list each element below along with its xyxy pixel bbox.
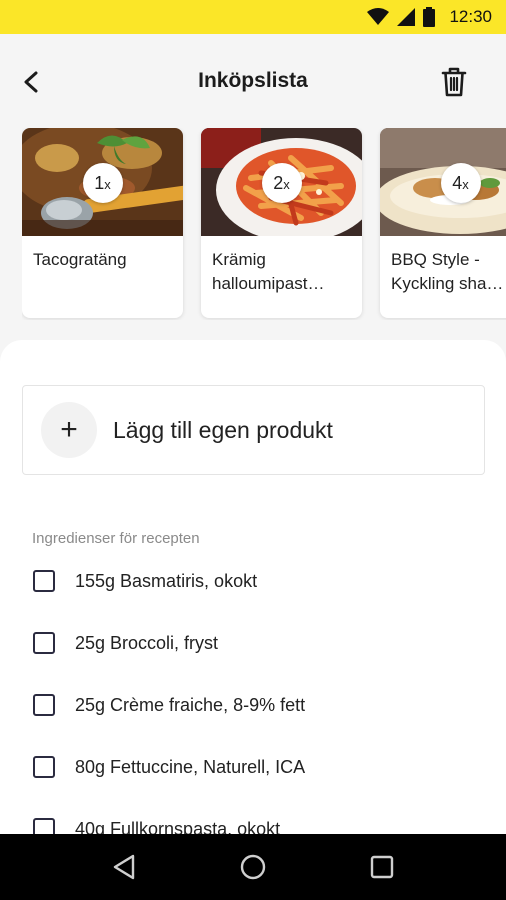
system-navigation-bar: [0, 834, 506, 900]
recipe-image-tacogratang: 1x: [22, 128, 183, 236]
recipe-name: Tacogratäng: [33, 250, 127, 269]
ingredient-text: 25g Crème fraiche, 8-9% fett: [75, 694, 306, 715]
ingredient-row[interactable]: 40g Fullkornspasta, okokt: [0, 798, 506, 835]
recipe-name: BBQ Style - Kyckling sha…: [391, 250, 504, 293]
triangle-back-icon: [114, 854, 135, 880]
shopping-list-sheet: + Lägg till egen produkt Ingredienser fö…: [0, 340, 506, 835]
ingredient-row[interactable]: 80g Fettuccine, Naturell, ICA: [0, 736, 506, 798]
checkbox[interactable]: [33, 570, 55, 592]
ingredient-text: 40g Fullkornspasta, okokt: [75, 818, 281, 836]
recipe-card[interactable]: 4x BBQ Style - Kyckling sha…: [380, 128, 506, 318]
nav-home-button[interactable]: [233, 847, 273, 887]
status-bar: 12:30: [0, 0, 506, 34]
ingredient-text: 155g Basmatiris, okokt: [75, 570, 258, 591]
trash-icon[interactable]: [440, 66, 468, 98]
ingredient-text: 80g Fettuccine, Naturell, ICA: [75, 756, 306, 777]
recipe-quantity-badge: 4x: [440, 163, 481, 203]
plus-icon: +: [41, 402, 97, 458]
page-title: Inköpslista: [198, 69, 308, 92]
ingredient-text: 25g Broccoli, fryst: [75, 632, 219, 653]
checkbox[interactable]: [33, 756, 55, 778]
checkbox[interactable]: [33, 818, 55, 835]
recipe-card[interactable]: 2x Krämig halloumipast…: [201, 128, 362, 318]
ingredient-row[interactable]: 155g Basmatiris, okokt: [0, 550, 506, 612]
recipe-quantity-badge: 1x: [82, 163, 123, 203]
nav-back-button[interactable]: [104, 847, 144, 887]
circle-home-icon: [240, 854, 266, 880]
recipe-name: Krämig halloumipast…: [212, 250, 325, 293]
back-arrow-icon[interactable]: [18, 68, 46, 96]
recipe-card[interactable]: 1x Tacogratäng: [22, 128, 183, 318]
add-product-label: Lägg till egen produkt: [113, 416, 333, 443]
status-time: 12:30: [449, 7, 492, 26]
battery-icon: [423, 7, 436, 27]
ingredient-row[interactable]: 25g Broccoli, fryst: [0, 612, 506, 674]
ingredient-list: 155g Basmatiris, okokt 25g Broccoli, fry…: [0, 550, 506, 835]
app-header: Inköpslista: [0, 34, 506, 128]
nav-recents-button[interactable]: [362, 847, 402, 887]
recipe-image-kyckling-shawarma: 4x: [380, 128, 506, 236]
ingredients-section-label: Ingredienser för recepten: [32, 530, 200, 547]
checkbox[interactable]: [33, 632, 55, 654]
add-product-button[interactable]: + Lägg till egen produkt: [22, 385, 485, 475]
signal-icon: [397, 8, 416, 26]
recipe-quantity-badge: 2x: [261, 163, 302, 203]
recipe-carousel[interactable]: 1x Tacogratäng 2x Krämig halloumipast… 4…: [22, 128, 506, 320]
ingredient-row[interactable]: 25g Crème fraiche, 8-9% fett: [0, 674, 506, 736]
square-recents-icon: [370, 855, 393, 879]
checkbox[interactable]: [33, 694, 55, 716]
recipe-image-halloumipasta: 2x: [201, 128, 362, 236]
wifi-icon: [367, 8, 390, 25]
